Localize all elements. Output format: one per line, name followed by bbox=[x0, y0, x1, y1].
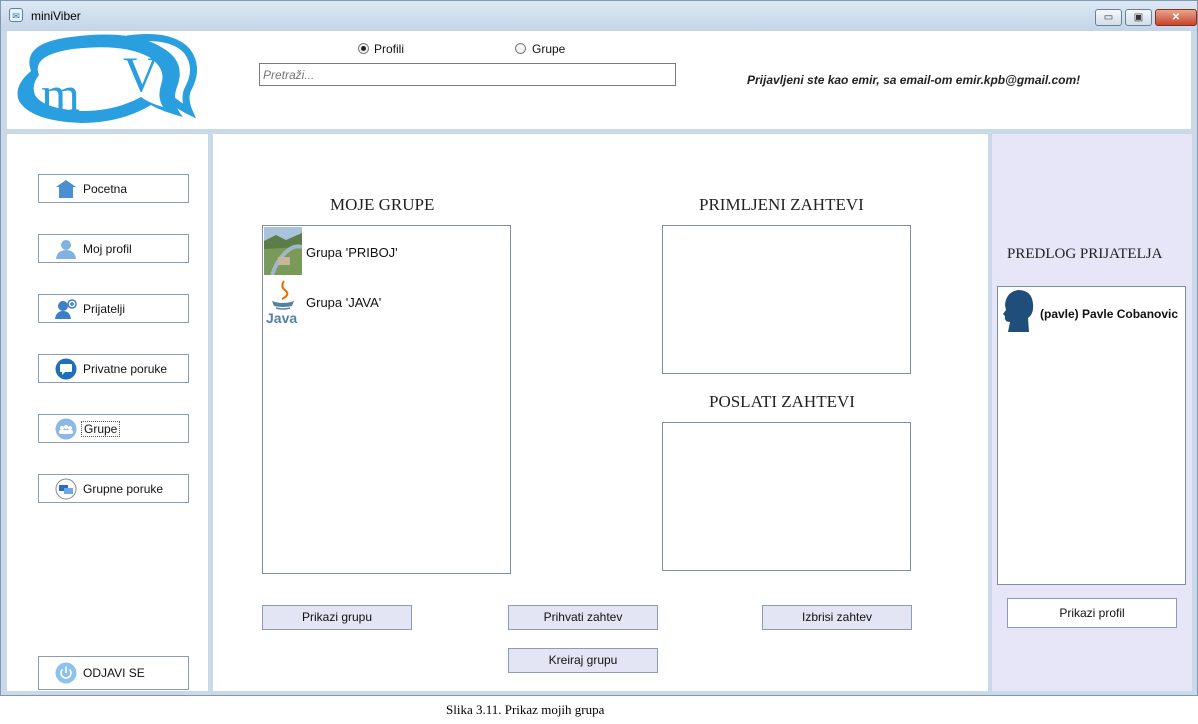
sent-requests-list[interactable] bbox=[662, 422, 911, 571]
login-status-text: Prijavljeni ste kao emir, sa email-om em… bbox=[747, 73, 1081, 87]
nav-moj-profil-button[interactable]: Moj profil bbox=[38, 234, 189, 263]
show-profile-button[interactable]: Prikazi profil bbox=[1007, 598, 1177, 628]
delete-request-button[interactable]: Izbrisi zahtev bbox=[762, 605, 912, 630]
received-requests-list[interactable] bbox=[662, 225, 911, 374]
java-logo-icon: Java bbox=[266, 280, 297, 325]
accept-request-button[interactable]: Prihvati zahtev bbox=[508, 605, 658, 630]
group-messages-icon bbox=[55, 478, 77, 500]
figure-caption: Slika 3.11. Prikaz mojih grupa bbox=[446, 702, 605, 717]
logo-letter-v: V bbox=[123, 46, 159, 102]
landscape-thumbnail bbox=[264, 227, 302, 275]
group-name: Grupa 'PRIBOJ' bbox=[306, 245, 398, 260]
my-groups-list[interactable]: Grupa 'PRIBOJ' Java Grupa 'JAVA' bbox=[262, 225, 511, 574]
sent-requests-title: POSLATI ZAHTEVI bbox=[709, 392, 855, 411]
nav-grupne-poruke-button[interactable]: Grupne poruke bbox=[38, 474, 189, 503]
nav-privatne-poruke-button[interactable]: Privatne poruke bbox=[38, 354, 189, 383]
suggestion-name: (pavle) Pavle Cobanovic bbox=[1040, 307, 1179, 321]
list-item[interactable]: Java Grupa 'JAVA' bbox=[264, 277, 504, 327]
user-icon bbox=[56, 240, 76, 259]
window-title: miniViber bbox=[31, 9, 81, 23]
friend-suggestions-panel: PREDLOG PRIJATELJA (pavle) Pavle Cobanov… bbox=[992, 134, 1192, 691]
nav-label: ODJAVI SE bbox=[83, 666, 145, 680]
received-requests-title: PRIMLJENI ZAHTEVI bbox=[699, 195, 864, 214]
title-bar[interactable]: ✉ miniViber ▭ ▣ ✕ bbox=[1, 1, 1197, 31]
nav-label: Moj profil bbox=[83, 242, 132, 256]
group-icon bbox=[55, 418, 77, 440]
miniviber-logo: m V bbox=[17, 34, 197, 123]
list-item[interactable]: Grupa 'PRIBOJ' bbox=[264, 227, 504, 277]
left-nav-panel: Pocetna Moj profil Prijatelji Privatne p… bbox=[7, 134, 208, 691]
friends-icon bbox=[55, 299, 77, 319]
close-button[interactable]: ✕ bbox=[1155, 9, 1197, 26]
logout-button[interactable]: ODJAVI SE bbox=[38, 656, 189, 690]
groups-panel: MOJE GRUPE PRIMLJENI ZAHTEVI POSLATI ZAH… bbox=[213, 134, 988, 691]
profili-radio-label[interactable]: Profili bbox=[374, 42, 404, 56]
show-group-button[interactable]: Prikazi grupu bbox=[262, 605, 412, 630]
person-silhouette-icon bbox=[1003, 290, 1034, 332]
nav-prijatelji-button[interactable]: Prijatelji bbox=[38, 294, 189, 323]
java-logo-text: Java bbox=[266, 310, 297, 325]
logo-letter-m: m bbox=[41, 66, 80, 122]
suggestions-list[interactable]: (pavle) Pavle Cobanovic bbox=[997, 286, 1186, 585]
app-icon: ✉ bbox=[9, 8, 23, 22]
create-group-button[interactable]: Kreiraj grupu bbox=[508, 648, 658, 673]
message-icon bbox=[55, 358, 77, 380]
power-icon bbox=[55, 662, 77, 684]
grupe-radio-label[interactable]: Grupe bbox=[532, 42, 565, 56]
friend-suggestions-title: PREDLOG PRIJATELJA bbox=[1007, 246, 1163, 262]
group-name: Grupa 'JAVA' bbox=[306, 295, 382, 310]
nav-label: Grupne poruke bbox=[83, 482, 164, 496]
minimize-button[interactable]: ▭ bbox=[1095, 9, 1122, 26]
nav-label: Grupe bbox=[81, 421, 121, 437]
grupe-radio[interactable] bbox=[515, 43, 526, 54]
profili-radio[interactable] bbox=[358, 43, 369, 54]
nav-grupe-button[interactable]: Grupe bbox=[38, 414, 189, 443]
nav-label: Prijatelji bbox=[83, 302, 126, 316]
search-input[interactable] bbox=[259, 63, 676, 86]
nav-label: Privatne poruke bbox=[83, 362, 168, 376]
app-window: ✉ miniViber ▭ ▣ ✕ m V Profili Grupe Prij… bbox=[0, 0, 1198, 696]
nav-pocetna-button[interactable]: Pocetna bbox=[38, 174, 189, 203]
my-groups-title: MOJE GRUPE bbox=[330, 195, 435, 214]
home-icon bbox=[56, 180, 76, 198]
maximize-button[interactable]: ▣ bbox=[1125, 9, 1152, 26]
nav-label: Pocetna bbox=[83, 182, 128, 196]
list-item[interactable]: (pavle) Pavle Cobanovic bbox=[999, 288, 1184, 338]
header: m V Profili Grupe Prijavljeni ste kao em… bbox=[7, 31, 1191, 129]
